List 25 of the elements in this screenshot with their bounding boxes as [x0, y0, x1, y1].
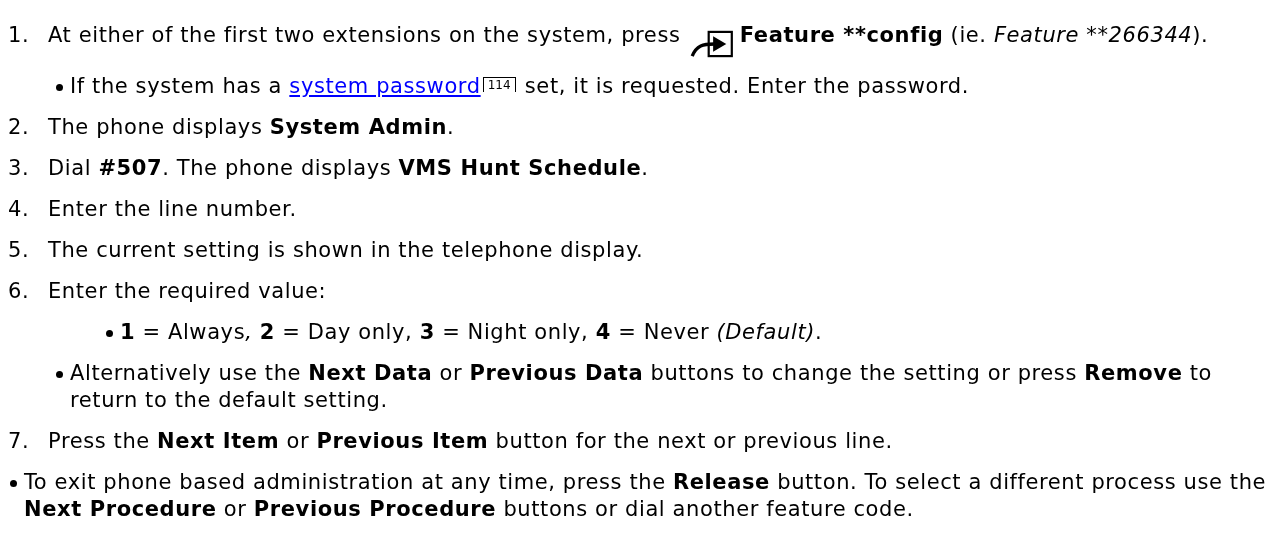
step-text: The phone displays System Admin. [48, 114, 456, 141]
step-text: Enter the line number. [48, 196, 298, 223]
system-password-link[interactable]: system password [289, 74, 481, 98]
bullet-text: To exit phone based administration at any time, press the Release button. To select a different process use the Next Procedure or Previous Procedure buttons or dial another feature code. [24, 469, 1268, 523]
bullet-icon [105, 330, 113, 337]
bullet-icon [55, 371, 63, 378]
step-number: 2. [7, 114, 31, 141]
bullet-icon [55, 84, 63, 91]
step-text: Dial #507. The phone displays VMS Hunt Schedule. [48, 155, 650, 182]
step-number: 3. [7, 155, 31, 182]
step-number: 1. [7, 22, 31, 49]
feature-key-icon [689, 29, 734, 59]
step-number: 6. [7, 278, 31, 305]
bullet-text: 1 = Always, 2 = Day only, 3 = Night only, 4 = Never (Default). [120, 319, 824, 346]
step-text: Enter the required value: [48, 278, 328, 305]
step-text: At either of the first two extensions on the system, press Feature **config (ie. Feature **266344). [48, 22, 1284, 59]
bullet-icon [9, 480, 17, 487]
step-number: 5. [7, 237, 31, 264]
step-text: The current setting is shown in the telephone display. [48, 237, 645, 264]
step-text: Press the Next Item or Previous Item button for the next or previous line. [48, 428, 894, 455]
bullet-text: Alternatively use the Next Data or Previous Data buttons to change the setting or press Remove to return to the default setting. [70, 360, 1214, 414]
page-reference[interactable]: 114 [482, 77, 516, 92]
step-number: 7. [7, 428, 31, 455]
bullet-text: If the system has a system password 114 set, it is requested. Enter the password. [70, 73, 971, 100]
step-number: 4. [7, 196, 31, 223]
